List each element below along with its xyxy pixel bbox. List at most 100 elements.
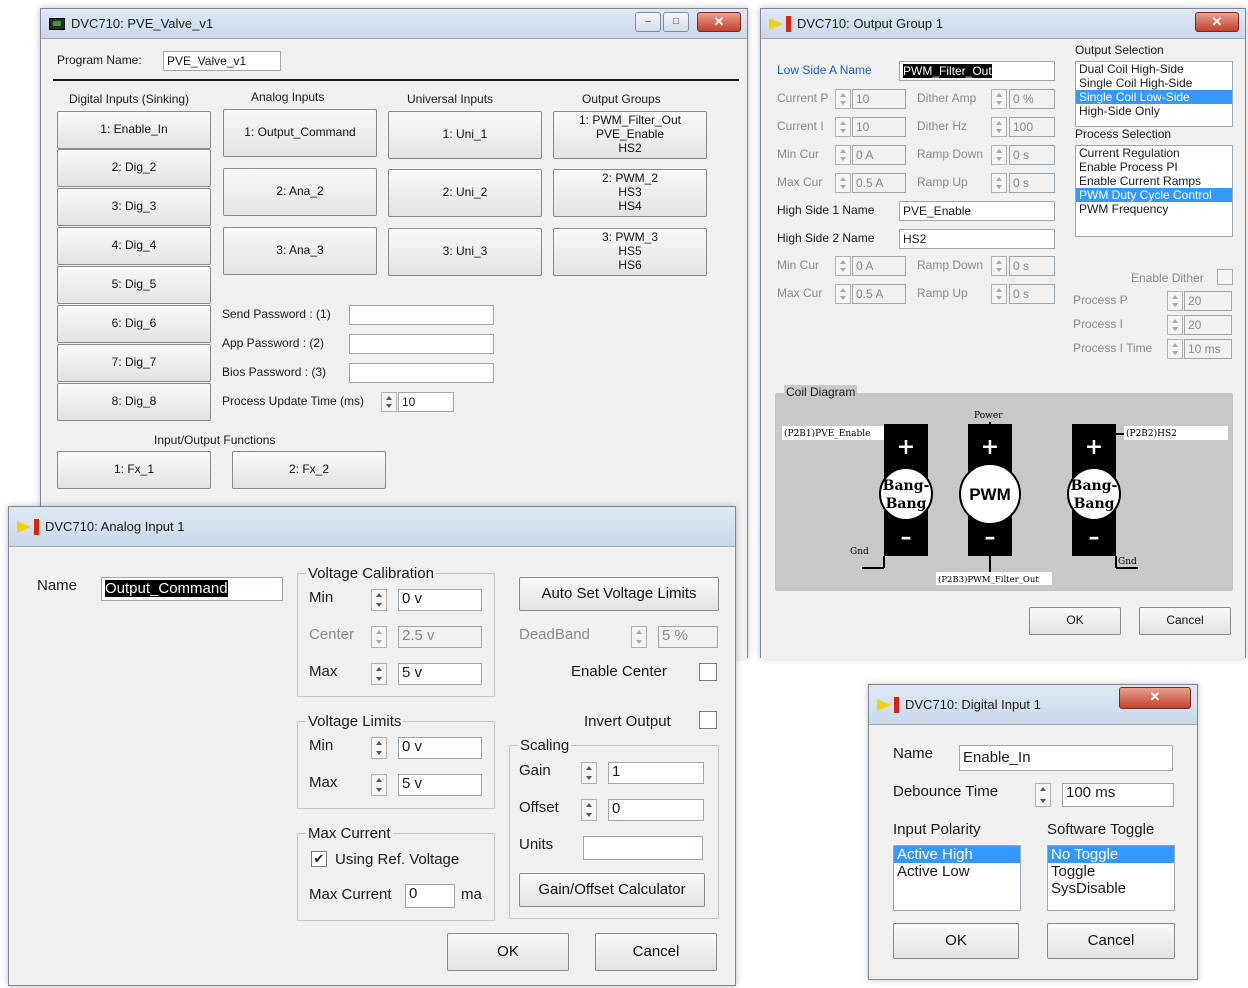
- enable-center-label: Enable Center: [571, 663, 667, 680]
- debounce-field[interactable]: 100 ms: [1062, 783, 1174, 807]
- high-side-2-field[interactable]: HS2: [899, 229, 1055, 249]
- list-item-selected[interactable]: Single Coil Low-Side: [1076, 90, 1232, 104]
- name-field[interactable]: Output_Command: [101, 577, 283, 601]
- analog-input-button[interactable]: 2: Ana_2: [223, 168, 377, 216]
- max-current-field[interactable]: 0: [405, 884, 455, 908]
- gain-offset-calculator-button[interactable]: Gain/Offset Calculator: [519, 873, 705, 907]
- digital-input-button[interactable]: 4: Dig_4: [57, 227, 211, 265]
- using-ref-voltage-checkbox[interactable]: ✔: [311, 851, 327, 867]
- close-icon[interactable]: ✕: [1119, 687, 1191, 709]
- list-item[interactable]: Single Coil High-Side: [1076, 76, 1232, 90]
- digital-input-button[interactable]: 7: Dig_7: [57, 344, 211, 382]
- list-item[interactable]: Toggle: [1048, 863, 1174, 880]
- min-cur-2-field: 0 A: [852, 256, 906, 276]
- cancel-button[interactable]: Cancel: [1047, 923, 1175, 959]
- universal-input-button[interactable]: 2: Uni_2: [388, 169, 542, 217]
- list-item-selected[interactable]: Active High: [894, 846, 1020, 863]
- name-field[interactable]: Enable_In: [959, 745, 1173, 771]
- auto-set-voltage-button[interactable]: Auto Set Voltage Limits: [519, 577, 719, 611]
- output-group-button[interactable]: 1: PWM_Filter_Out PVE_Enable HS2: [553, 111, 707, 159]
- function-button[interactable]: 2: Fx_2: [232, 451, 386, 489]
- polarity-list[interactable]: Active High Active Low: [893, 845, 1021, 911]
- cal-min-stepper[interactable]: [371, 589, 387, 611]
- bios-password-field[interactable]: [349, 363, 494, 383]
- list-item-selected[interactable]: PWM Duty Cycle Control: [1076, 188, 1232, 202]
- analog-input-button[interactable]: 1: Output_Command: [223, 109, 377, 157]
- list-item[interactable]: Dual Coil High-Side: [1076, 62, 1232, 76]
- universal-input-button[interactable]: 3: Uni_3: [388, 228, 542, 276]
- lim-max-field[interactable]: 5 v: [398, 774, 482, 796]
- ramp-up-stepper: [991, 173, 1007, 193]
- process-update-field[interactable]: 10: [398, 392, 454, 412]
- list-item[interactable]: SysDisable: [1048, 880, 1174, 897]
- process-update-stepper[interactable]: [381, 392, 397, 412]
- analog-input-button[interactable]: 3: Ana_3: [223, 227, 377, 275]
- debounce-stepper[interactable]: [1035, 783, 1051, 807]
- units-field[interactable]: [583, 836, 703, 860]
- output-group-line: HS5: [618, 244, 642, 259]
- app-arrow-icon: [877, 696, 899, 713]
- list-item[interactable]: PWM Frequency: [1076, 202, 1232, 216]
- program-name-field[interactable]: PVE_Valve_v1: [163, 51, 281, 71]
- maximize-icon[interactable]: □: [663, 12, 689, 32]
- coil-mid-text: PWM: [969, 485, 1011, 504]
- output-group-line: 3: PWM_3: [601, 230, 658, 245]
- using-ref-voltage-label: Using Ref. Voltage: [335, 851, 460, 868]
- output-group-button[interactable]: 3: PWM_3 HS5 HS6: [553, 228, 707, 276]
- main-titlebar[interactable]: DVC710: PVE_Valve_v1 ‒ □ ✕: [41, 9, 747, 39]
- universal-input-button[interactable]: 1: Uni_1: [388, 111, 542, 159]
- lim-min-stepper[interactable]: [371, 737, 387, 759]
- enable-center-checkbox[interactable]: [699, 663, 717, 681]
- output-selection-list[interactable]: Dual Coil High-Side Single Coil High-Sid…: [1075, 61, 1233, 127]
- close-icon[interactable]: ✕: [1195, 12, 1239, 32]
- list-item[interactable]: High-Side Only: [1076, 104, 1232, 118]
- cal-min-field[interactable]: 0 v: [398, 589, 482, 611]
- cancel-button[interactable]: Cancel: [595, 933, 717, 971]
- lim-max-stepper[interactable]: [371, 774, 387, 796]
- high-side-1-field[interactable]: PVE_Enable: [899, 201, 1055, 221]
- low-side-field[interactable]: PWM_Filter_Out: [899, 61, 1055, 81]
- ok-button[interactable]: OK: [447, 933, 569, 971]
- offset-field[interactable]: 0: [608, 799, 704, 821]
- list-item[interactable]: Enable Current Ramps: [1076, 174, 1232, 188]
- toggle-list[interactable]: No Toggle Toggle SysDisable: [1047, 845, 1175, 911]
- max-current-group-label: Max Current: [306, 825, 393, 842]
- digital-input-button[interactable]: 3: Dig_3: [57, 188, 211, 226]
- voltage-calibration-label: Voltage Calibration: [306, 565, 436, 582]
- digital-input-button[interactable]: 6: Dig_6: [57, 305, 211, 343]
- output-group-titlebar[interactable]: DVC710: Output Group 1 ✕: [761, 9, 1245, 39]
- digital-input-button[interactable]: 1: Enable_In: [57, 111, 211, 149]
- digital-input-titlebar[interactable]: DVC710: Digital Input 1 ✕: [869, 685, 1197, 725]
- process-selection-list[interactable]: Current Regulation Enable Process PI Ena…: [1075, 145, 1233, 237]
- analog-input-titlebar[interactable]: DVC710: Analog Input 1: [9, 507, 735, 547]
- ok-button[interactable]: OK: [1029, 607, 1121, 635]
- coil-right-circle: [1067, 467, 1121, 521]
- digital-input-button[interactable]: 2: Dig_2: [57, 149, 211, 187]
- digital-input-button[interactable]: 5: Dig_5: [57, 266, 211, 304]
- cal-max-stepper[interactable]: [371, 663, 387, 685]
- lim-min-field[interactable]: 0 v: [398, 737, 482, 759]
- gain-field[interactable]: 1: [608, 762, 704, 784]
- output-group-button[interactable]: 2: PWM_2 HS3 HS4: [553, 169, 707, 217]
- close-icon[interactable]: ✕: [697, 12, 741, 32]
- cancel-button[interactable]: Cancel: [1139, 607, 1231, 635]
- cal-max-field[interactable]: 5 v: [398, 663, 482, 685]
- list-item[interactable]: Active Low: [894, 863, 1020, 880]
- digital-input-button[interactable]: 8: Dig_8: [57, 383, 211, 421]
- ok-button[interactable]: OK: [893, 923, 1019, 959]
- coil-right-text: (P2B2)HS2: [1126, 428, 1177, 439]
- list-item[interactable]: Enable Process PI: [1076, 160, 1232, 174]
- program-name-label: Program Name:: [57, 53, 142, 67]
- list-item[interactable]: Current Regulation: [1076, 146, 1232, 160]
- send-password-field[interactable]: [349, 305, 494, 325]
- invert-output-checkbox[interactable]: [699, 711, 717, 729]
- minimize-icon[interactable]: ‒: [635, 12, 661, 32]
- gain-stepper[interactable]: [581, 762, 597, 784]
- function-button[interactable]: 1: Fx_1: [57, 451, 211, 489]
- enable-dither-checkbox[interactable]: [1217, 269, 1233, 285]
- ramp-down-label: Ramp Down: [917, 147, 984, 161]
- process-p-field: 20: [1184, 291, 1232, 311]
- list-item-selected[interactable]: No Toggle: [1048, 846, 1174, 863]
- app-password-field[interactable]: [349, 334, 494, 354]
- offset-stepper[interactable]: [581, 799, 597, 821]
